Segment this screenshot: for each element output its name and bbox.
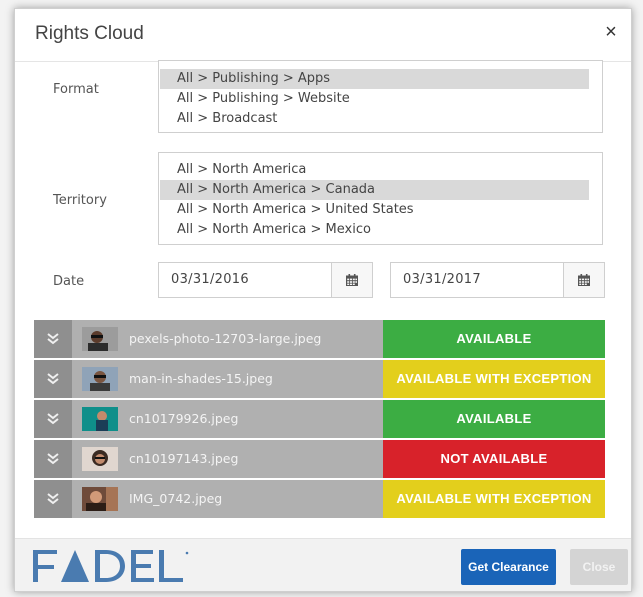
file-name: man-in-shades-15.jpeg — [129, 371, 273, 386]
dialog-footer: Get Clearance Close — [15, 538, 631, 591]
fadel-logo — [31, 544, 191, 593]
file-row: man-in-shades-15.jpeg AVAILABLE WITH EXCE… — [34, 360, 605, 400]
territory-option[interactable]: All > North America — [160, 160, 589, 180]
image-thumbnail — [82, 447, 118, 471]
status-badge: AVAILABLE — [383, 320, 605, 358]
calendar-icon[interactable] — [563, 263, 604, 297]
format-option[interactable]: All > Broadcast — [160, 109, 589, 129]
expand-chevron-icon[interactable] — [34, 480, 72, 518]
file-name: cn10179926.jpeg — [129, 411, 239, 426]
image-thumbnail — [82, 487, 118, 511]
file-row: IMG_0742.jpeg AVAILABLE WITH EXCEPTION — [34, 480, 605, 520]
file-row: pexels-photo-12703-large.jpeg AVAILABLE — [34, 320, 605, 360]
format-label: Format — [53, 82, 99, 97]
calendar-icon[interactable] — [331, 263, 372, 297]
file-name: IMG_0742.jpeg — [129, 491, 223, 506]
file-name: cn10197143.jpeg — [129, 451, 239, 466]
status-badge: AVAILABLE WITH EXCEPTION — [383, 360, 605, 398]
file-name-cell: pexels-photo-12703-large.jpeg — [72, 320, 383, 358]
file-status-list: pexels-photo-12703-large.jpeg AVAILABLE ma… — [34, 320, 605, 520]
territory-option[interactable]: All > North America > Canada — [160, 180, 589, 200]
end-date-field[interactable]: 03/31/2017 — [390, 262, 605, 298]
file-row: cn10197143.jpeg NOT AVAILABLE — [34, 440, 605, 480]
date-label: Date — [53, 274, 85, 289]
format-option[interactable]: All > Publishing > Apps — [160, 69, 589, 89]
file-row: cn10179926.jpeg AVAILABLE — [34, 400, 605, 440]
territory-listbox[interactable]: All > North America All > North America >… — [158, 152, 603, 245]
status-badge: AVAILABLE — [383, 400, 605, 438]
dialog-header: Rights Cloud × — [15, 9, 631, 62]
get-clearance-button[interactable]: Get Clearance — [461, 549, 556, 585]
file-name: pexels-photo-12703-large.jpeg — [129, 331, 322, 346]
format-option[interactable]: All > Publishing > Website — [160, 89, 589, 109]
territory-label: Territory — [53, 193, 107, 208]
file-name-cell: cn10179926.jpeg — [72, 400, 383, 438]
status-badge: NOT AVAILABLE — [383, 440, 605, 478]
dialog-title: Rights Cloud — [35, 23, 144, 44]
file-name-cell: man-in-shades-15.jpeg — [72, 360, 383, 398]
image-thumbnail — [82, 407, 118, 431]
expand-chevron-icon[interactable] — [34, 360, 72, 398]
close-icon[interactable]: × — [601, 22, 621, 42]
expand-chevron-icon[interactable] — [34, 320, 72, 358]
territory-option[interactable]: All > North America > United States — [160, 200, 589, 220]
image-thumbnail — [82, 327, 118, 351]
status-badge: AVAILABLE WITH EXCEPTION — [383, 480, 605, 518]
rights-cloud-dialog: Rights Cloud × Format All > Publishing >… — [14, 8, 632, 592]
file-name-cell: cn10197143.jpeg — [72, 440, 383, 478]
expand-chevron-icon[interactable] — [34, 400, 72, 438]
image-thumbnail — [82, 367, 118, 391]
start-date-value: 03/31/2016 — [171, 272, 249, 287]
territory-option[interactable]: All > North America > Mexico — [160, 220, 589, 240]
end-date-value: 03/31/2017 — [403, 272, 481, 287]
close-button[interactable]: Close — [570, 549, 628, 585]
start-date-field[interactable]: 03/31/2016 — [158, 262, 373, 298]
file-name-cell: IMG_0742.jpeg — [72, 480, 383, 518]
format-listbox[interactable]: All > Publishing > Apps All > Publishing … — [158, 60, 603, 133]
expand-chevron-icon[interactable] — [34, 440, 72, 478]
